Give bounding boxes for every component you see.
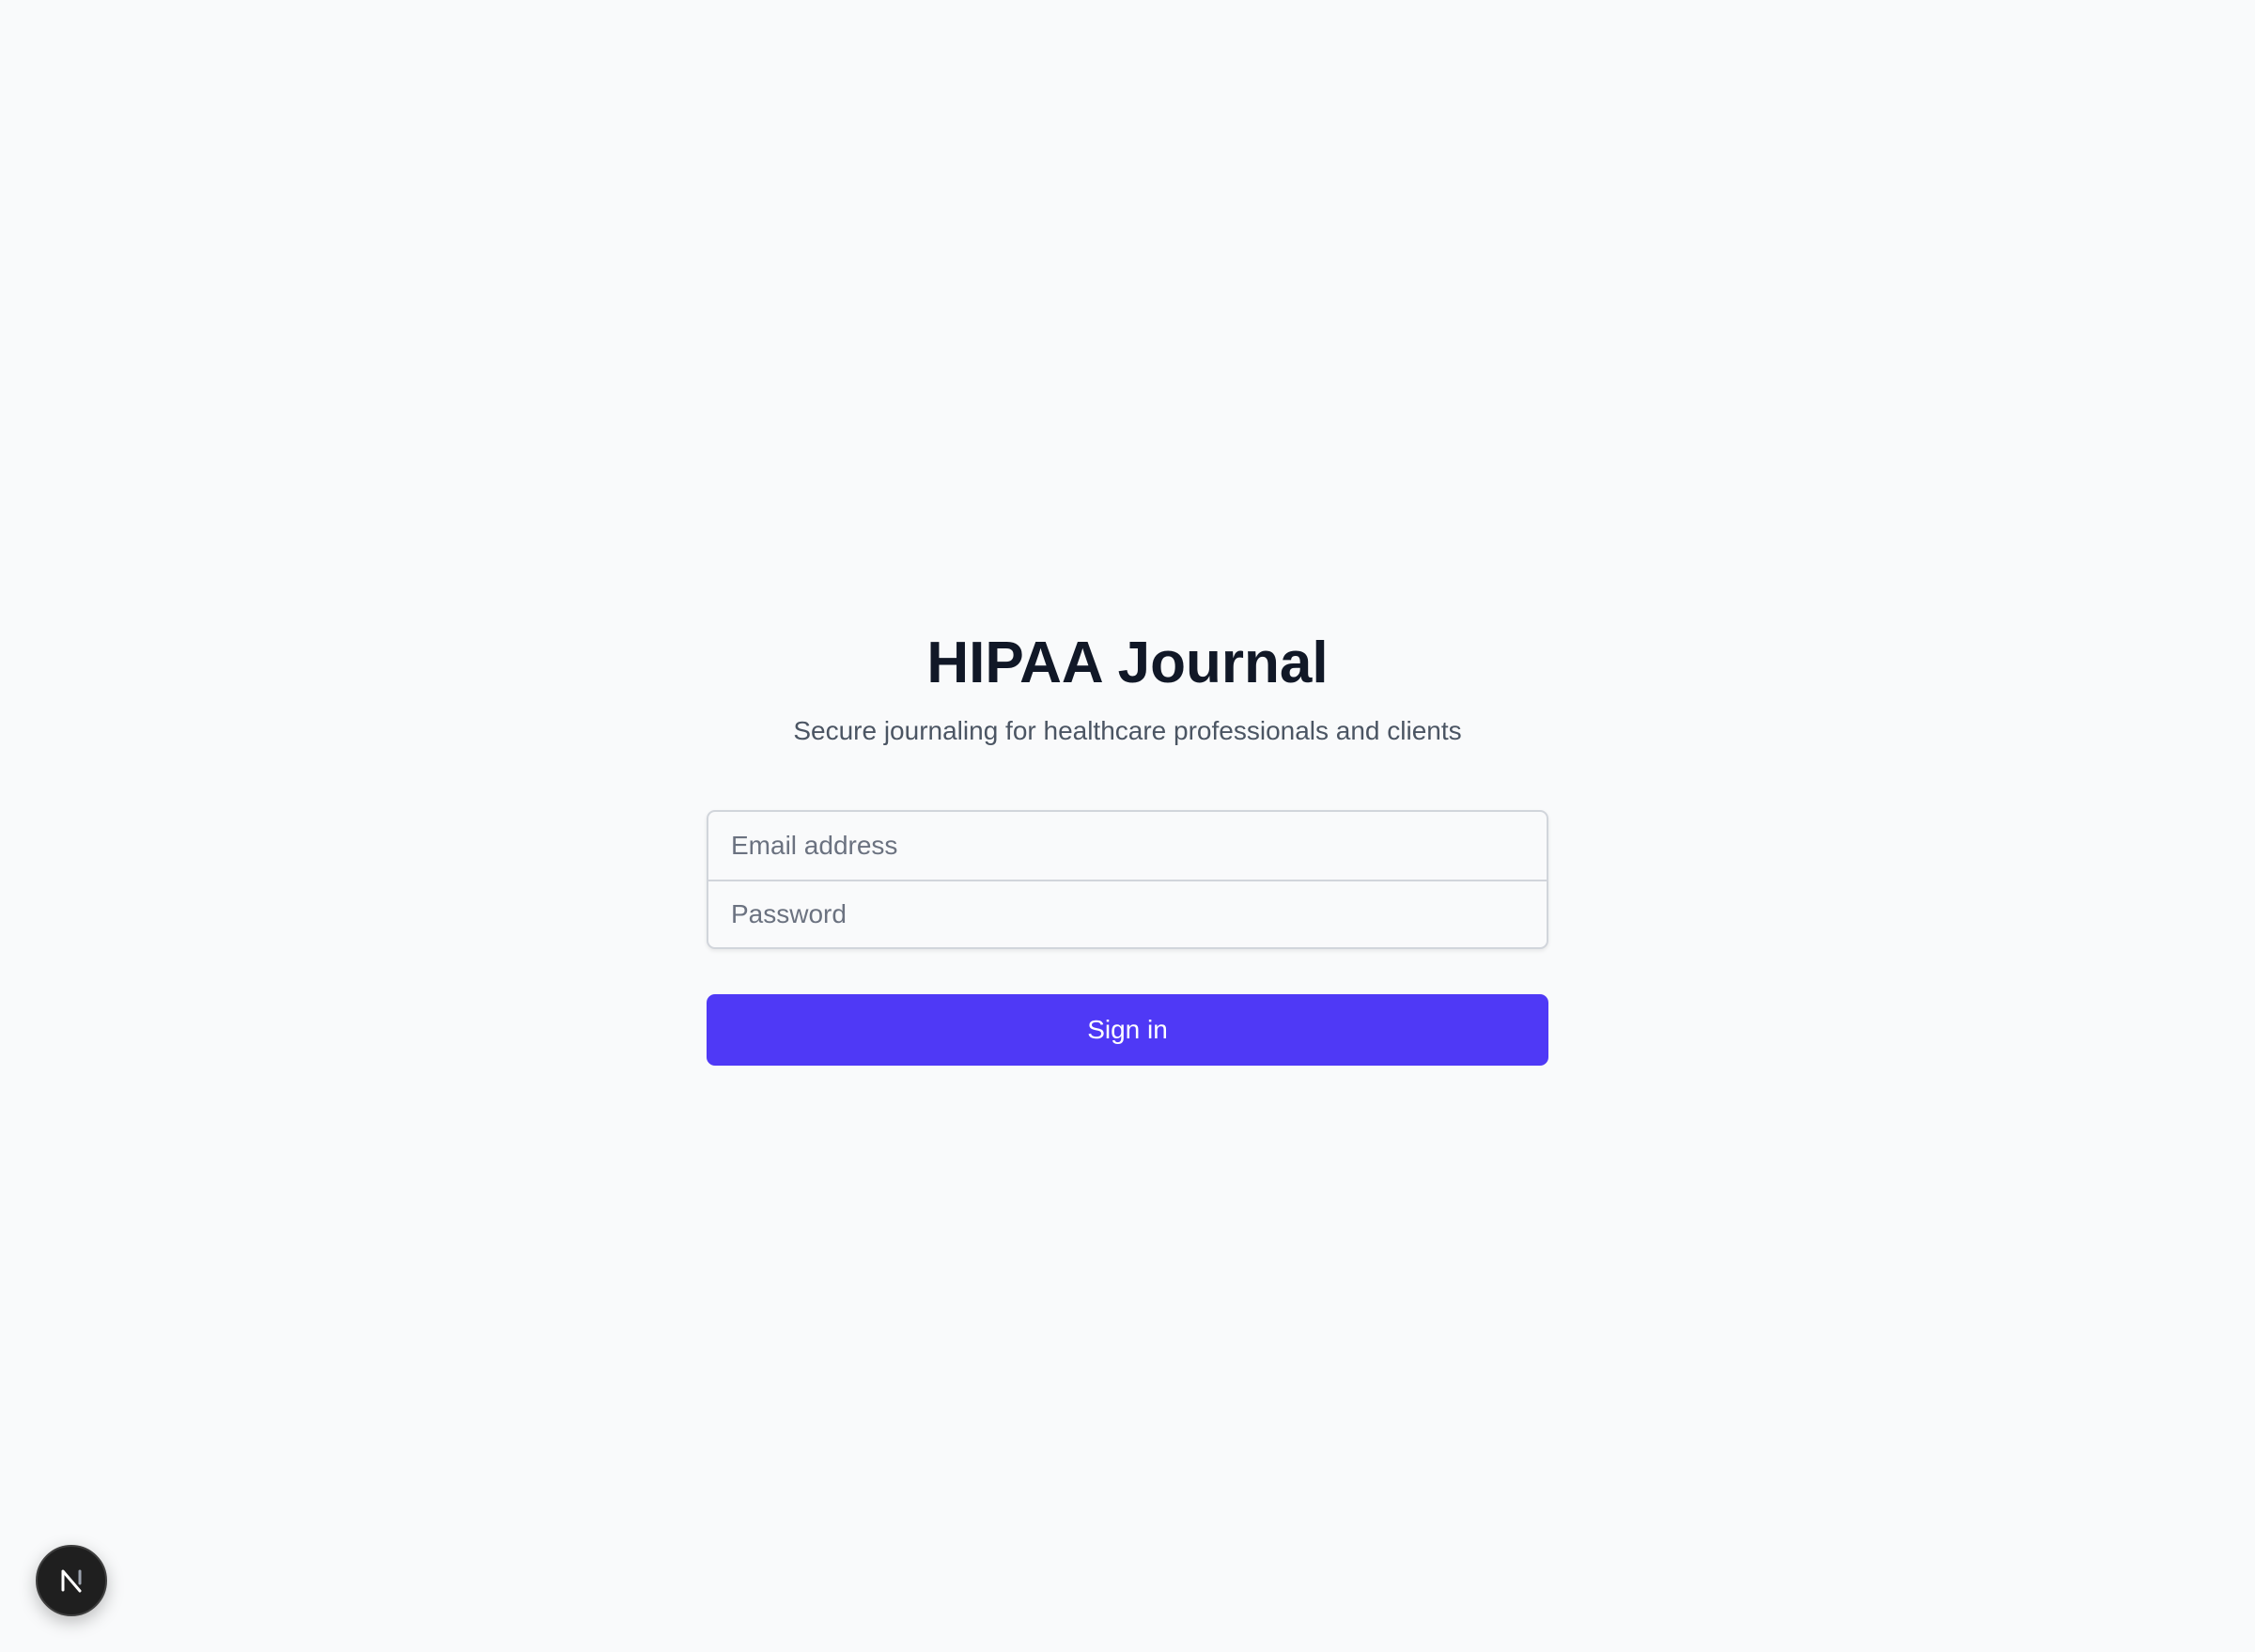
- nextjs-logo-icon: [61, 1569, 82, 1593]
- email-field[interactable]: [708, 812, 1547, 880]
- password-field[interactable]: [708, 880, 1547, 947]
- page-title: HIPAA Journal: [926, 631, 1329, 695]
- credentials-field-group: [707, 810, 1548, 949]
- sign-in-button[interactable]: Sign in: [707, 994, 1548, 1066]
- nextjs-dev-tools-button[interactable]: [36, 1545, 107, 1616]
- login-page: HIPAA Journal Secure journaling for heal…: [0, 0, 2255, 1652]
- login-form: Sign in: [707, 810, 1548, 1066]
- page-subtitle: Secure journaling for healthcare profess…: [793, 716, 1462, 745]
- login-card: HIPAA Journal Secure journaling for heal…: [707, 620, 1548, 1066]
